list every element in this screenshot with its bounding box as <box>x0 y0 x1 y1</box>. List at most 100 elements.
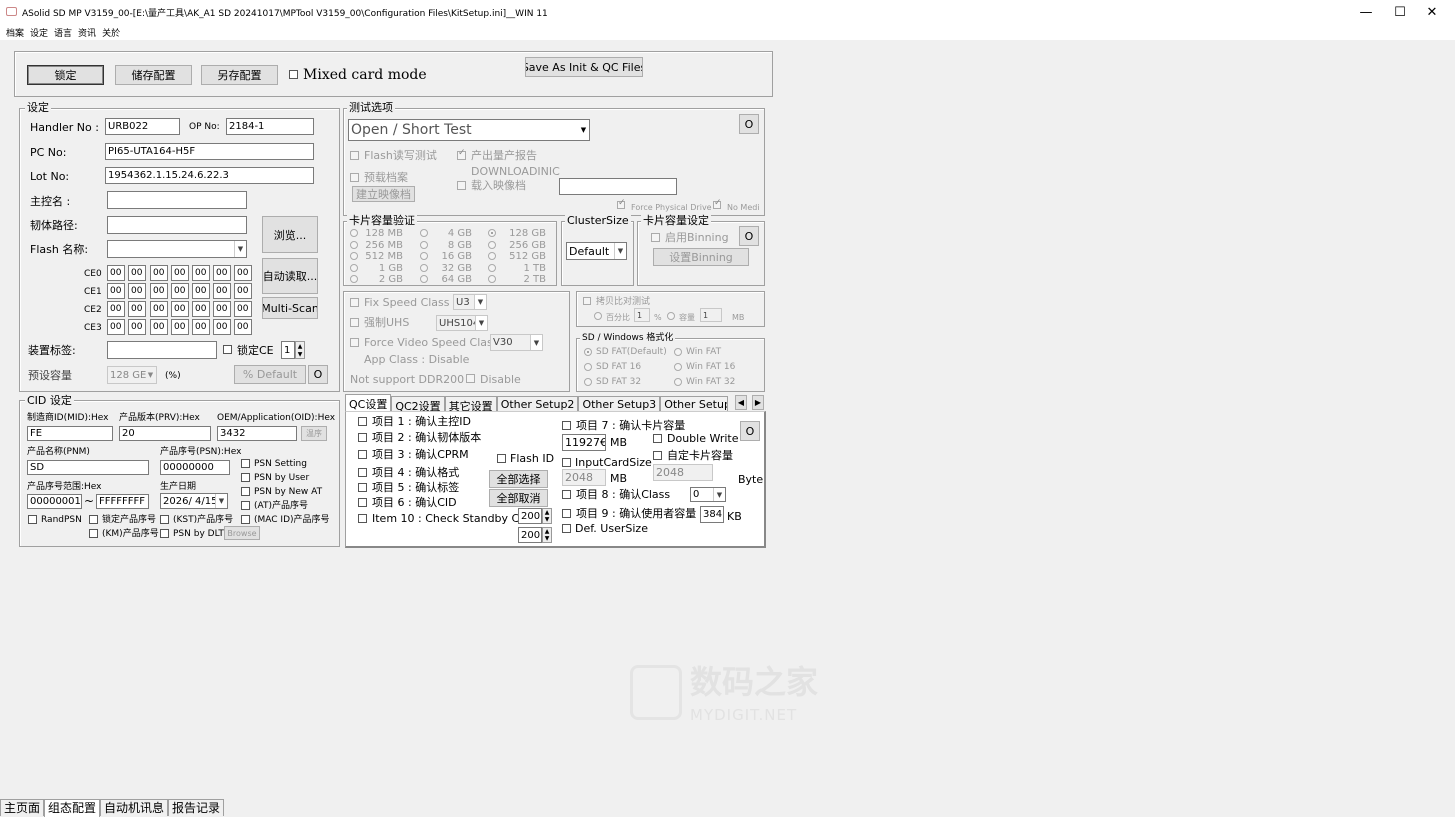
ce-id-input[interactable]: 00 <box>171 283 189 299</box>
win-fat32-radio[interactable] <box>674 378 682 386</box>
pc-no-input[interactable]: PI65-UTA164-H5F <box>105 143 314 160</box>
capacity-radio[interactable] <box>488 263 496 272</box>
save-config-button[interactable]: 储存配置 <box>115 65 192 85</box>
sd-fat-radio[interactable] <box>584 348 592 356</box>
no-media-checkbox[interactable] <box>713 198 722 209</box>
capacity-radio[interactable] <box>420 263 428 272</box>
win-fat16-radio[interactable] <box>674 363 682 371</box>
menu-file[interactable]: 档案 <box>6 26 24 39</box>
tab-scroll-left-button[interactable]: ◀ <box>735 395 747 410</box>
item8-checkbox[interactable] <box>562 490 571 499</box>
ce-id-input[interactable]: 00 <box>192 265 210 281</box>
copy-capacity-input[interactable]: 1 <box>700 308 722 322</box>
close-button[interactable]: ✕ <box>1409 0 1455 24</box>
ce-id-input[interactable]: 00 <box>234 265 252 281</box>
item2-checkbox[interactable] <box>358 433 367 442</box>
ce-id-input[interactable]: 00 <box>128 283 146 299</box>
standby-current1-input[interactable]: 200 <box>518 508 542 524</box>
ce-id-input[interactable]: 00 <box>107 319 125 335</box>
item1-checkbox[interactable] <box>358 417 367 426</box>
oid-input[interactable]: 3432 <box>217 426 297 441</box>
test-o-button[interactable]: O <box>739 114 759 134</box>
capacity-radio[interactable] <box>350 240 358 249</box>
menu-language[interactable]: 语言 <box>54 26 72 39</box>
sd-fat16-radio[interactable] <box>584 363 592 371</box>
ce-id-input[interactable]: 00 <box>150 283 168 299</box>
copy-capacity-radio[interactable] <box>667 312 675 320</box>
ce-id-input[interactable]: 00 <box>107 283 125 299</box>
input-card-size-input[interactable]: 2048 <box>562 469 606 486</box>
enable-binning-checkbox[interactable] <box>651 233 660 242</box>
kst-psn-checkbox[interactable] <box>160 515 169 524</box>
item5-checkbox[interactable] <box>358 483 367 492</box>
video-speed-select[interactable]: V30 ▼ <box>490 334 543 351</box>
capacity-radio[interactable] <box>420 275 428 283</box>
preset-o-button[interactable]: O <box>308 365 328 384</box>
capacity-radio[interactable] <box>488 240 496 249</box>
mac-psn-checkbox[interactable] <box>241 515 250 524</box>
user-capacity-input[interactable]: 384 <box>700 506 724 523</box>
uhs-select[interactable]: UHS104 ▼ <box>436 315 488 331</box>
cancel-all-button[interactable]: 全部取消 <box>489 489 548 507</box>
lock-button[interactable]: 锁定 <box>27 65 104 85</box>
item10-checkbox[interactable] <box>358 514 367 523</box>
fix-speed-select[interactable]: U3 ▼ <box>453 294 487 310</box>
standby-current2-input[interactable]: 200 <box>518 527 542 543</box>
save-as-config-button[interactable]: 另存配置 <box>201 65 278 85</box>
ce-id-input[interactable]: 00 <box>192 301 210 317</box>
production-date-picker[interactable]: 2026/ 4/15 ▼ <box>160 493 228 509</box>
ce-id-input[interactable]: 00 <box>213 319 231 335</box>
lock-ce-value[interactable]: 1 <box>281 341 295 359</box>
card-capacity-input[interactable]: 11927€ <box>562 434 606 451</box>
psn-setting-checkbox[interactable] <box>241 459 250 468</box>
tab-qc-settings[interactable]: QC设置 <box>345 394 392 412</box>
tab-report-log[interactable]: 报告记录 <box>168 799 225 816</box>
build-image-button[interactable]: 建立映像档 <box>352 186 415 202</box>
tab-scroll-right-button[interactable]: ▶ <box>752 395 764 410</box>
produce-report-checkbox[interactable] <box>457 148 466 160</box>
double-write-fat-checkbox[interactable] <box>653 434 662 443</box>
device-tag-input[interactable] <box>107 341 217 359</box>
tab-other-setup3[interactable]: Other Setup3 <box>578 396 661 412</box>
controller-name-input[interactable] <box>107 191 247 209</box>
capacity-radio[interactable] <box>350 275 358 283</box>
copy-percent-radio[interactable] <box>594 312 602 320</box>
tab-other-setup2[interactable]: Other Setup2 <box>496 396 579 412</box>
psn-range-from-input[interactable]: 00000001 <box>27 494 82 509</box>
tab-qc2-settings[interactable]: QC2设置 <box>391 396 445 413</box>
standby-current1-spinner[interactable]: ▲ ▼ <box>542 508 552 524</box>
auto-read-button[interactable]: 自动读取... <box>262 258 318 294</box>
menu-info[interactable]: 资讯 <box>78 26 96 39</box>
item9-checkbox[interactable] <box>562 509 571 518</box>
capacity-radio[interactable] <box>488 275 496 283</box>
select-all-button[interactable]: 全部选择 <box>489 470 548 488</box>
class-select[interactable]: 0 ▼ <box>690 487 726 502</box>
psn-by-dlt-checkbox[interactable] <box>160 529 169 538</box>
lot-no-input[interactable]: 1954362.1.15.24.6.22.3 <box>105 167 314 184</box>
tab-config[interactable]: 组态配置 <box>44 799 101 817</box>
browse-button[interactable]: 浏览... <box>262 216 318 253</box>
tab-main-page[interactable]: 主页面 <box>0 799 45 816</box>
custom-capacity-checkbox[interactable] <box>653 451 662 460</box>
ce-id-input[interactable]: 00 <box>107 265 125 281</box>
tab-automation-info[interactable]: 自动机讯息 <box>100 799 169 816</box>
flash-id-checkbox[interactable] <box>497 454 506 463</box>
menu-settings[interactable]: 设定 <box>30 26 48 39</box>
capacity-radio[interactable] <box>420 240 428 249</box>
ce-id-input[interactable]: 00 <box>234 301 252 317</box>
psn-range-to-input[interactable]: FFFFFFFF <box>96 494 149 509</box>
item3-checkbox[interactable] <box>358 450 367 459</box>
temp-button[interactable]: 温序 <box>301 426 327 441</box>
capacity-radio[interactable] <box>350 263 358 272</box>
item6-checkbox[interactable] <box>358 498 367 507</box>
handler-no-input[interactable]: URB022 <box>105 118 180 135</box>
ce-id-input[interactable]: 00 <box>234 283 252 299</box>
menu-about[interactable]: 关於 <box>102 26 120 39</box>
ce-id-input[interactable]: 00 <box>107 301 125 317</box>
tab-other-setup4[interactable]: Other Setup4 <box>660 396 729 412</box>
prv-input[interactable]: 20 <box>119 426 211 441</box>
percent-default-button[interactable]: % Default <box>234 365 306 384</box>
ce-id-input[interactable]: 00 <box>171 265 189 281</box>
mixed-card-checkbox[interactable] <box>289 70 298 79</box>
test-mode-select[interactable]: Open / Short Test <box>348 119 590 141</box>
